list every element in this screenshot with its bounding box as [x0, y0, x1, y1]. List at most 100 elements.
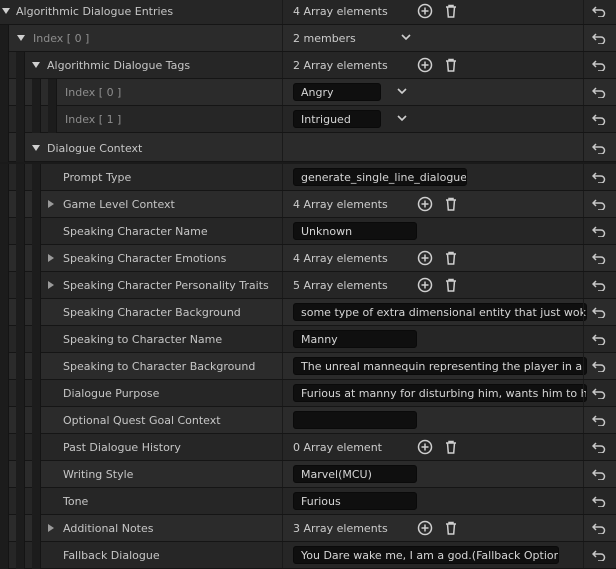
- property-label: Dialogue Purpose: [63, 387, 160, 400]
- reset-icon: [592, 253, 606, 264]
- expand-arrow-icon[interactable]: [17, 35, 25, 41]
- property-row-index-0: Index [ 0 ] 2 members: [0, 25, 616, 52]
- trash-icon[interactable]: [443, 439, 459, 455]
- indent-guide: [0, 515, 9, 542]
- property-label: Fallback Dialogue: [63, 549, 160, 562]
- tag-combo-box[interactable]: Intrigued: [293, 110, 381, 128]
- reset-to-default-button[interactable]: [583, 245, 616, 271]
- reset-to-default-button[interactable]: [583, 515, 616, 541]
- add-element-icon[interactable]: [417, 57, 433, 73]
- members-count: 2 members: [293, 32, 356, 45]
- indent-guide: [0, 52, 9, 79]
- reset-to-default-button[interactable]: [583, 133, 616, 161]
- chevron-down-icon[interactable]: [397, 85, 407, 97]
- array-count: 0 Array element: [293, 441, 382, 454]
- property-name-cell: Prompt Type: [0, 164, 282, 191]
- add-element-icon[interactable]: [417, 3, 433, 19]
- reset-to-default-button[interactable]: [583, 106, 616, 132]
- reset-to-default-button[interactable]: [583, 299, 616, 325]
- tag-combo-box[interactable]: Angry: [293, 83, 381, 101]
- chevron-down-icon[interactable]: [401, 31, 411, 43]
- property-row-speaking-character-name: Speaking Character Name Unknown: [0, 218, 616, 245]
- trash-icon[interactable]: [443, 3, 459, 19]
- expand-arrow-icon[interactable]: [48, 200, 54, 208]
- reset-to-default-button[interactable]: [583, 272, 616, 298]
- property-row-dialogue-context: Dialogue Context: [0, 133, 616, 162]
- property-label: Index [ 0 ]: [65, 86, 122, 99]
- property-name-cell: Writing Style: [0, 461, 282, 488]
- indent-guide: [32, 542, 41, 569]
- property-name-cell: Past Dialogue History: [0, 434, 282, 461]
- speaking-to-character-background-field[interactable]: The unreal mannequin representing the pl…: [293, 357, 587, 375]
- reset-to-default-button[interactable]: [583, 164, 616, 190]
- property-label: Additional Notes: [63, 522, 154, 535]
- indent-guide: [0, 299, 9, 326]
- property-value-cell: Angry: [283, 79, 583, 105]
- add-element-icon[interactable]: [417, 277, 433, 293]
- property-row-tone: Tone Furious: [0, 488, 616, 515]
- array-count: 4 Array elements: [293, 5, 388, 18]
- expand-arrow-icon[interactable]: [32, 62, 40, 68]
- reset-icon: [592, 361, 606, 372]
- trash-icon[interactable]: [443, 250, 459, 266]
- expand-arrow-icon[interactable]: [2, 8, 10, 14]
- property-row-speaking-to-character-background: Speaking to Character Background The unr…: [0, 353, 616, 380]
- reset-to-default-button[interactable]: [583, 79, 616, 105]
- property-name-cell: Speaking Character Background: [0, 299, 282, 326]
- reset-to-default-button[interactable]: [583, 218, 616, 244]
- reset-to-default-button[interactable]: [583, 52, 616, 78]
- indent-guide: [32, 299, 41, 326]
- dialogue-purpose-field[interactable]: Furious at manny for disturbing him, wan…: [293, 384, 587, 402]
- speaking-to-character-name-field[interactable]: Manny: [293, 330, 417, 348]
- property-value-cell: 0 Array element: [283, 434, 583, 460]
- trash-icon[interactable]: [443, 57, 459, 73]
- trash-icon[interactable]: [443, 520, 459, 536]
- indent-guide: [0, 380, 9, 407]
- expand-arrow-icon[interactable]: [48, 254, 54, 262]
- trash-icon[interactable]: [443, 277, 459, 293]
- fallback-dialogue-field[interactable]: You Dare wake me, I am a god.(Fallback O…: [293, 546, 559, 564]
- optional-quest-goal-context-field[interactable]: [293, 411, 417, 429]
- reset-to-default-button[interactable]: [583, 434, 616, 460]
- add-element-icon[interactable]: [417, 439, 433, 455]
- indent-guide: [32, 106, 41, 133]
- prompt-type-field[interactable]: generate_single_line_dialogue: [293, 168, 467, 186]
- property-value-cell: Intrigued: [283, 106, 583, 132]
- property-name-cell: Index [ 0 ]: [0, 25, 282, 52]
- speaking-character-background-field[interactable]: some type of extra dimensional entity th…: [293, 303, 587, 321]
- expand-arrow-icon[interactable]: [48, 281, 54, 289]
- expand-arrow-icon[interactable]: [48, 524, 54, 532]
- property-name-cell: Speaking to Character Background: [0, 353, 282, 380]
- expand-arrow-icon[interactable]: [32, 145, 40, 151]
- indent-guide: [16, 218, 25, 245]
- trash-icon[interactable]: [443, 196, 459, 212]
- reset-to-default-button[interactable]: [583, 25, 616, 51]
- reset-to-default-button[interactable]: [583, 0, 616, 24]
- property-name-cell: Additional Notes: [0, 515, 282, 542]
- reset-icon: [592, 415, 606, 426]
- add-element-icon[interactable]: [417, 520, 433, 536]
- reset-icon: [592, 60, 606, 71]
- property-value-cell: 4 Array elements: [283, 0, 583, 24]
- reset-to-default-button[interactable]: [583, 353, 616, 379]
- property-row-game-level-context: Game Level Context 4 Array elements: [0, 191, 616, 218]
- writing-style-field[interactable]: Marvel(MCU): [293, 465, 417, 483]
- reset-to-default-button[interactable]: [583, 326, 616, 352]
- add-element-icon[interactable]: [417, 196, 433, 212]
- property-label: Optional Quest Goal Context: [63, 414, 221, 427]
- reset-to-default-button[interactable]: [583, 542, 616, 568]
- reset-to-default-button[interactable]: [583, 380, 616, 406]
- indent-guide: [32, 79, 41, 106]
- tone-field[interactable]: Furious: [293, 492, 417, 510]
- indent-guide: [32, 326, 41, 353]
- reset-to-default-button[interactable]: [583, 461, 616, 487]
- reset-to-default-button[interactable]: [583, 488, 616, 514]
- reset-to-default-button[interactable]: [583, 407, 616, 433]
- reset-to-default-button[interactable]: [583, 191, 616, 217]
- property-name-cell: Dialogue Purpose: [0, 380, 282, 407]
- chevron-down-icon[interactable]: [397, 112, 407, 124]
- speaking-character-name-field[interactable]: Unknown: [293, 222, 417, 240]
- add-element-icon[interactable]: [417, 250, 433, 266]
- indent-guide: [32, 488, 41, 515]
- reset-icon: [592, 469, 606, 480]
